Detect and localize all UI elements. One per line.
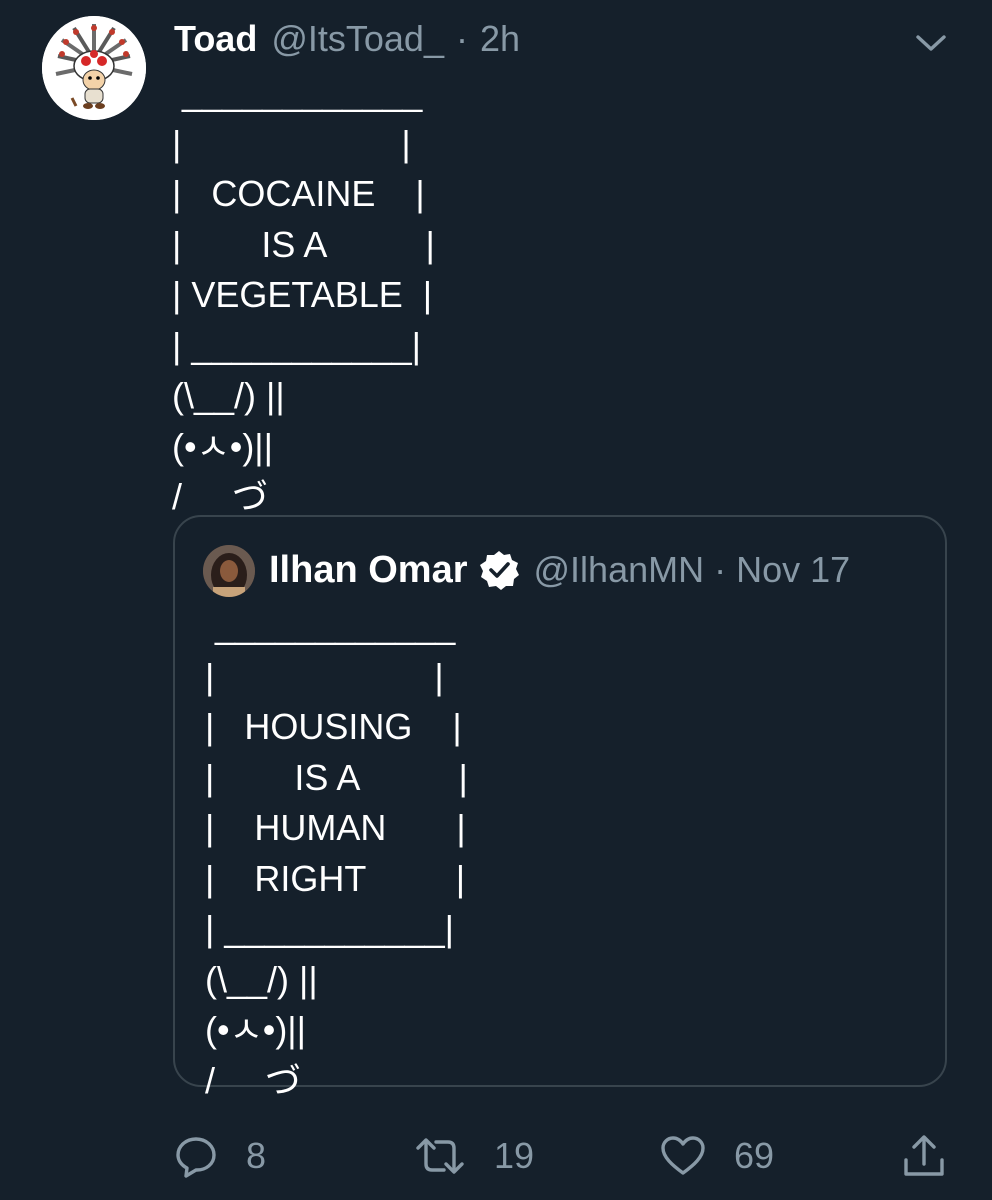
ascii-line: / づ xyxy=(172,476,269,517)
quoted-author-display-name[interactable]: Ilhan Omar xyxy=(269,549,468,592)
ascii-line: (\__/) || xyxy=(172,375,285,416)
quoted-tweet-header: Ilhan Omar @IlhanMN · Nov 17 xyxy=(269,545,850,595)
reply-button[interactable]: 8 xyxy=(174,1128,266,1184)
ascii-line: (•ㅅ•)|| xyxy=(172,425,274,467)
tweet-actions: 8 19 69 xyxy=(0,1128,992,1184)
verified-badge-icon xyxy=(478,549,520,591)
chevron-down-icon[interactable] xyxy=(914,28,948,56)
ascii-line: | ___________| xyxy=(172,324,421,366)
tweet-body-ascii: ____________ | | | COCAINE | | IS A | | … xyxy=(172,68,435,523)
ascii-line: / づ xyxy=(205,1059,302,1101)
ascii-line: ____________ xyxy=(172,72,423,113)
separator-dot: · xyxy=(455,18,468,59)
ascii-line: | HUMAN | xyxy=(205,807,466,848)
ascii-line: | IS A | xyxy=(205,756,468,798)
tweet-header: Toad @ItsToad_ · 2h xyxy=(174,18,520,66)
ascii-line: ____________ xyxy=(205,605,456,646)
ascii-line: (\__/) || xyxy=(205,958,318,1000)
like-button[interactable]: 69 xyxy=(660,1128,774,1184)
share-icon xyxy=(904,1135,944,1176)
quoted-author-handle[interactable]: @IlhanMN xyxy=(534,549,705,591)
reply-count: 8 xyxy=(246,1135,267,1176)
retweet-icon xyxy=(416,1138,464,1174)
heart-icon xyxy=(661,1136,705,1175)
tweet[interactable]: Toad @ItsToad_ · 2h ____________ | | | C… xyxy=(0,0,992,1200)
ascii-line: | RIGHT | xyxy=(205,857,466,899)
ascii-line: | ___________| xyxy=(205,908,454,949)
ascii-line: (•ㅅ•)|| xyxy=(205,1009,307,1050)
retweet-button[interactable]: 19 xyxy=(414,1128,534,1184)
tweet-timestamp[interactable]: 2h xyxy=(480,18,520,60)
ascii-line: | COCAINE | xyxy=(172,173,425,214)
author-handle[interactable]: @ItsToad_ xyxy=(271,18,444,60)
author-display-name[interactable]: Toad xyxy=(174,18,257,60)
quoted-avatar-image xyxy=(203,545,255,597)
separator-dot: · xyxy=(714,549,727,590)
quoted-tweet-body-ascii: ____________ | | | HOUSING | | IS A | | … xyxy=(205,601,468,1106)
toad-avatar-image xyxy=(42,16,146,120)
retweet-count: 19 xyxy=(494,1135,535,1176)
quoted-tweet[interactable]: Ilhan Omar @IlhanMN · Nov 17 ___________… xyxy=(173,515,947,1101)
ascii-line: | | xyxy=(205,655,444,697)
ascii-line: | | xyxy=(172,122,411,164)
author-avatar[interactable] xyxy=(42,16,146,120)
share-button[interactable] xyxy=(900,1128,948,1184)
quoted-tweet-timestamp[interactable]: Nov 17 xyxy=(736,549,850,591)
like-count: 69 xyxy=(734,1135,775,1176)
ascii-line: | VEGETABLE | xyxy=(172,274,433,315)
reply-icon xyxy=(176,1137,216,1178)
ascii-line: | HOUSING | xyxy=(205,706,462,747)
ascii-line: | IS A | xyxy=(172,223,435,265)
quoted-author-avatar[interactable] xyxy=(203,545,255,597)
